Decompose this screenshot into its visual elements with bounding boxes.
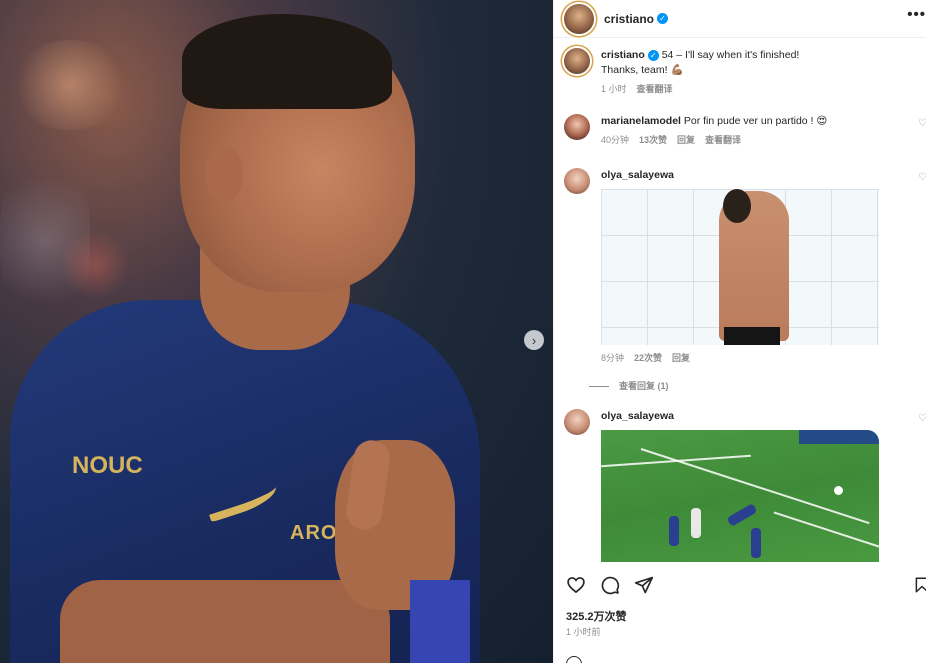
media-player (751, 528, 761, 558)
media-player (669, 516, 679, 546)
bookmark-icon[interactable] (913, 575, 926, 595)
verified-badge-icon: ✓ (647, 50, 659, 61)
caption-text: Thanks, team! 💪🏽 (601, 64, 684, 76)
comment-like-icon[interactable]: ♡ (918, 413, 926, 424)
comment-time: 8分钟 (601, 353, 625, 363)
commenter-avatar[interactable] (564, 114, 590, 140)
comment: olya_salayewa 8分钟 22次赞 回复 查看回复 (1) ♡ (564, 168, 926, 394)
pitch-line (773, 511, 879, 551)
reply-button[interactable]: 回复 (672, 351, 690, 366)
next-slide-button[interactable]: › (524, 330, 544, 350)
comments-list[interactable]: cristiano ✓ 54 – I'll say when it's finis… (554, 38, 926, 564)
player-ear (205, 145, 243, 203)
media-player (691, 508, 701, 538)
action-bar (566, 575, 926, 595)
comment-likes[interactable]: 13次赞 (639, 133, 667, 148)
commenter-avatar[interactable] (564, 168, 590, 194)
player-arm (60, 580, 390, 663)
commenter-avatar[interactable] (564, 409, 590, 435)
translate-link[interactable]: 查看翻译 (705, 133, 741, 148)
caption: cristiano ✓ 54 – I'll say when it's finis… (564, 48, 926, 97)
translate-link[interactable]: 查看翻译 (637, 82, 673, 97)
media-person-head (723, 189, 751, 223)
media-stands (799, 430, 879, 444)
caption-username[interactable]: cristiano (601, 49, 645, 61)
reply-button[interactable]: 回复 (677, 133, 695, 148)
post-header: cristiano ✓ ••• (554, 0, 926, 38)
comment-like-icon[interactable]: ♡ (918, 118, 926, 129)
comment-media-image[interactable] (601, 189, 879, 345)
heart-icon[interactable] (566, 575, 586, 595)
post-time: 1 小时前 (566, 627, 601, 637)
author-avatar[interactable] (564, 3, 594, 34)
caption-text: 54 – I'll say when it's finished! (661, 49, 800, 61)
caption-time: 1 小时 (601, 84, 627, 94)
likes-count[interactable]: 325.2万次赞 (566, 608, 627, 624)
media-person-shorts (724, 327, 780, 345)
comment: olya_salayewa ♡ (564, 409, 926, 562)
comment-username[interactable]: olya_salayewa (601, 169, 674, 181)
captain-armband (410, 580, 470, 663)
comment-media-video[interactable] (601, 430, 879, 562)
caption-avatar[interactable] (564, 48, 590, 74)
background-bokeh (60, 230, 130, 300)
media-player (726, 503, 758, 527)
emoji-icon[interactable] (566, 656, 582, 663)
comment-likes[interactable]: 22次赞 (634, 351, 662, 366)
pitch-line (601, 454, 751, 468)
comment-username[interactable]: marianelamodel (601, 115, 681, 127)
comment-text: Por fin pude ver un partido ! 😍 (683, 115, 828, 127)
comment-time: 40分钟 (601, 135, 630, 145)
football (834, 486, 843, 495)
more-options-button[interactable]: ••• (907, 6, 926, 23)
post-photo[interactable]: NOUC AROM (0, 0, 553, 663)
comment-like-icon[interactable]: ♡ (918, 172, 926, 183)
comment-icon[interactable] (600, 575, 620, 595)
view-replies-button[interactable]: 查看回复 (1) (619, 379, 669, 394)
post-sidebar: cristiano ✓ ••• cristiano ✓ 54 – I'll say… (553, 0, 926, 663)
verified-badge-icon: ✓ (657, 13, 669, 24)
comment-username[interactable]: olya_salayewa (601, 410, 674, 422)
player-hair (182, 14, 392, 109)
divider (589, 386, 609, 387)
author-username[interactable]: cristiano (604, 12, 654, 26)
background-bokeh (10, 40, 130, 130)
comment: marianelamodel Por fin pude ver un parti… (564, 114, 926, 148)
sleeve-logo: NOUC (72, 452, 143, 479)
share-icon[interactable] (634, 575, 654, 595)
